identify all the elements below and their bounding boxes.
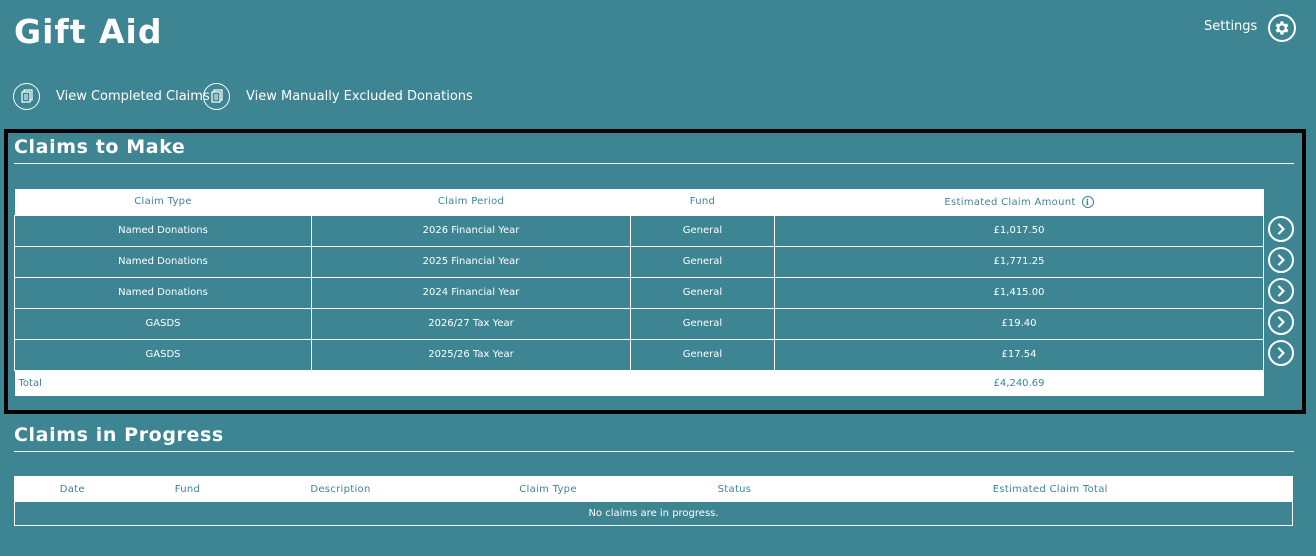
empty-state-message: No claims are in progress. (588, 507, 719, 519)
open-claim-button[interactable] (1268, 340, 1294, 366)
column-header-label: Estimated Claim Amount (944, 196, 1076, 208)
fund-cell: General (630, 214, 775, 247)
view-excluded-donations-link[interactable]: View Manually Excluded Donations (203, 82, 473, 110)
claim-period-cell: 2026/27 Tax Year (311, 307, 631, 340)
chevron-right-icon (1277, 316, 1285, 328)
fund-cell: General (630, 338, 775, 371)
chevron-right-icon (1277, 223, 1285, 235)
amount-cell: £1,771.25 (774, 245, 1264, 278)
view-completed-claims-label: View Completed Claims (56, 88, 210, 104)
column-header[interactable]: Status (660, 476, 809, 502)
table-row[interactable]: GASDS 2025/26 Tax Year General £17.54 (14, 338, 1264, 371)
fund-cell: General (630, 245, 775, 278)
column-header[interactable]: Description (245, 476, 436, 502)
claim-period-cell: 2025/26 Tax Year (311, 338, 631, 371)
open-claim-button[interactable] (1268, 309, 1294, 335)
document-stack-icon (203, 82, 230, 110)
amount-cell: £1,017.50 (774, 214, 1264, 247)
amount-cell: £17.54 (774, 338, 1264, 371)
settings-button[interactable] (1268, 14, 1296, 42)
table-row[interactable]: Named Donations 2026 Financial Year Gene… (14, 214, 1264, 247)
empty-state-row: No claims are in progress. (15, 502, 1293, 526)
total-label: Total (14, 370, 775, 396)
total-row: Total £4,240.69 (14, 370, 1264, 396)
column-header[interactable]: Estimated Claim Total (808, 476, 1293, 502)
chevron-right-icon (1277, 285, 1285, 297)
view-completed-claims-link[interactable]: View Completed Claims (13, 82, 210, 110)
claim-period-cell: 2024 Financial Year (311, 276, 631, 309)
claim-period-cell: 2025 Financial Year (311, 245, 631, 278)
open-claim-button[interactable] (1268, 247, 1294, 273)
table-row[interactable]: GASDS 2026/27 Tax Year General £19.40 (14, 307, 1264, 340)
claims-to-make-table: Claim Type Claim Period Fund Estimated C… (14, 189, 1264, 396)
section-divider (14, 163, 1294, 164)
claims-to-make-title: Claims to Make (14, 136, 186, 158)
table-row[interactable]: Named Donations 2025 Financial Year Gene… (14, 245, 1264, 278)
fund-cell: General (630, 307, 775, 340)
column-header[interactable]: Claim Period (311, 189, 631, 215)
gear-icon (1275, 21, 1289, 35)
column-header-estimated-amount[interactable]: Estimated Claim Amount i (774, 189, 1264, 215)
open-claim-button[interactable] (1268, 278, 1294, 304)
claim-type-cell: Named Donations (14, 214, 312, 247)
claim-type-cell: Named Donations (14, 276, 312, 309)
info-icon[interactable]: i (1081, 195, 1094, 208)
column-header[interactable]: Fund (129, 476, 246, 502)
settings-link[interactable]: Settings (1204, 19, 1257, 34)
section-divider (14, 451, 1294, 452)
chevron-right-icon (1277, 347, 1285, 359)
table-row[interactable]: Named Donations 2024 Financial Year Gene… (14, 276, 1264, 309)
column-header[interactable]: Date (14, 476, 130, 502)
view-excluded-donations-label: View Manually Excluded Donations (246, 88, 473, 104)
total-value: £4,240.69 (774, 370, 1264, 396)
claim-type-cell: GASDS (14, 338, 312, 371)
claims-in-progress-title: Claims in Progress (14, 424, 224, 446)
amount-cell: £1,415.00 (774, 276, 1264, 309)
open-claim-button[interactable] (1268, 216, 1294, 242)
column-header[interactable]: Fund (630, 189, 775, 215)
page-title: Gift Aid (14, 12, 163, 51)
chevron-right-icon (1277, 254, 1285, 266)
amount-cell: £19.40 (774, 307, 1264, 340)
column-header[interactable]: Claim Type (435, 476, 661, 502)
document-stack-icon (13, 82, 40, 110)
table-header-row: Date Fund Description Claim Type Status … (14, 476, 1293, 502)
table-header-row: Claim Type Claim Period Fund Estimated C… (14, 189, 1264, 215)
fund-cell: General (630, 276, 775, 309)
column-header[interactable]: Claim Type (14, 189, 312, 215)
claim-type-cell: Named Donations (14, 245, 312, 278)
claims-in-progress-table: Date Fund Description Claim Type Status … (14, 476, 1293, 526)
claim-type-cell: GASDS (14, 307, 312, 340)
claim-period-cell: 2026 Financial Year (311, 214, 631, 247)
